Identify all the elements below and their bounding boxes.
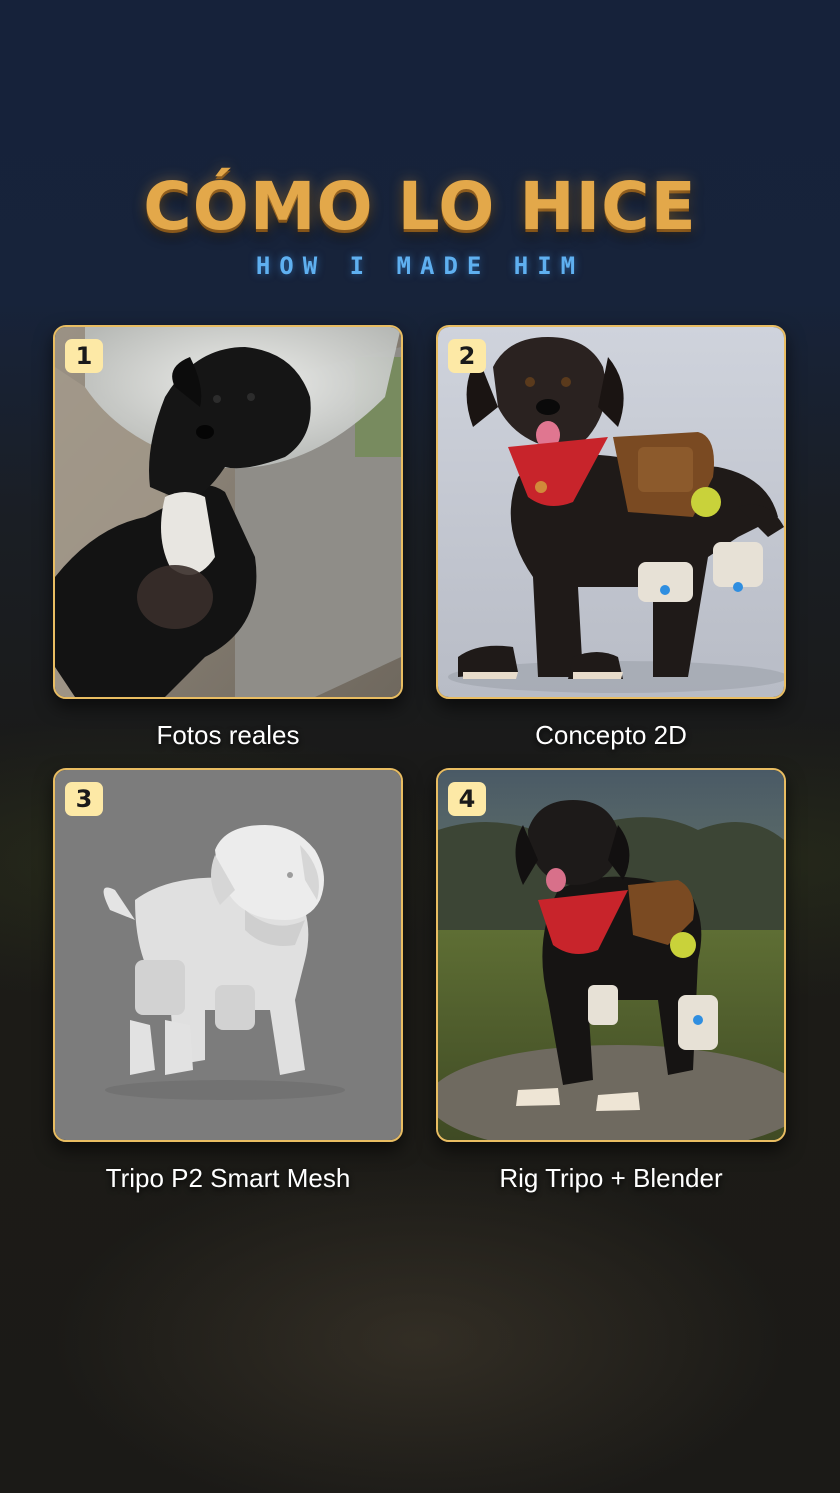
step-image-real-photo	[55, 327, 401, 697]
page-title: CÓMO LO HICE	[143, 168, 697, 245]
step-card-2[interactable]: 2	[436, 325, 786, 699]
step-caption-4: Rig Tripo + Blender	[499, 1163, 723, 1193]
step-number-badge: 3	[65, 782, 103, 816]
step-number-badge: 1	[65, 339, 103, 373]
step-card-4[interactable]: 4	[436, 768, 786, 1142]
step-image-3d-mesh	[55, 770, 401, 1140]
step-card-1[interactable]: 1	[53, 325, 403, 699]
step-number-badge: 2	[448, 339, 486, 373]
step-caption-3: Tripo P2 Smart Mesh	[105, 1163, 351, 1193]
page-subtitle: HOW I MADE HIM	[255, 252, 585, 280]
step-caption-1: Fotos reales	[156, 720, 300, 750]
step-number-badge: 4	[448, 782, 486, 816]
step-caption-2: Concepto 2D	[535, 720, 687, 750]
step-image-rigged-render	[438, 770, 784, 1140]
step-image-2d-concept	[438, 327, 784, 697]
step-card-3[interactable]: 3	[53, 768, 403, 1142]
